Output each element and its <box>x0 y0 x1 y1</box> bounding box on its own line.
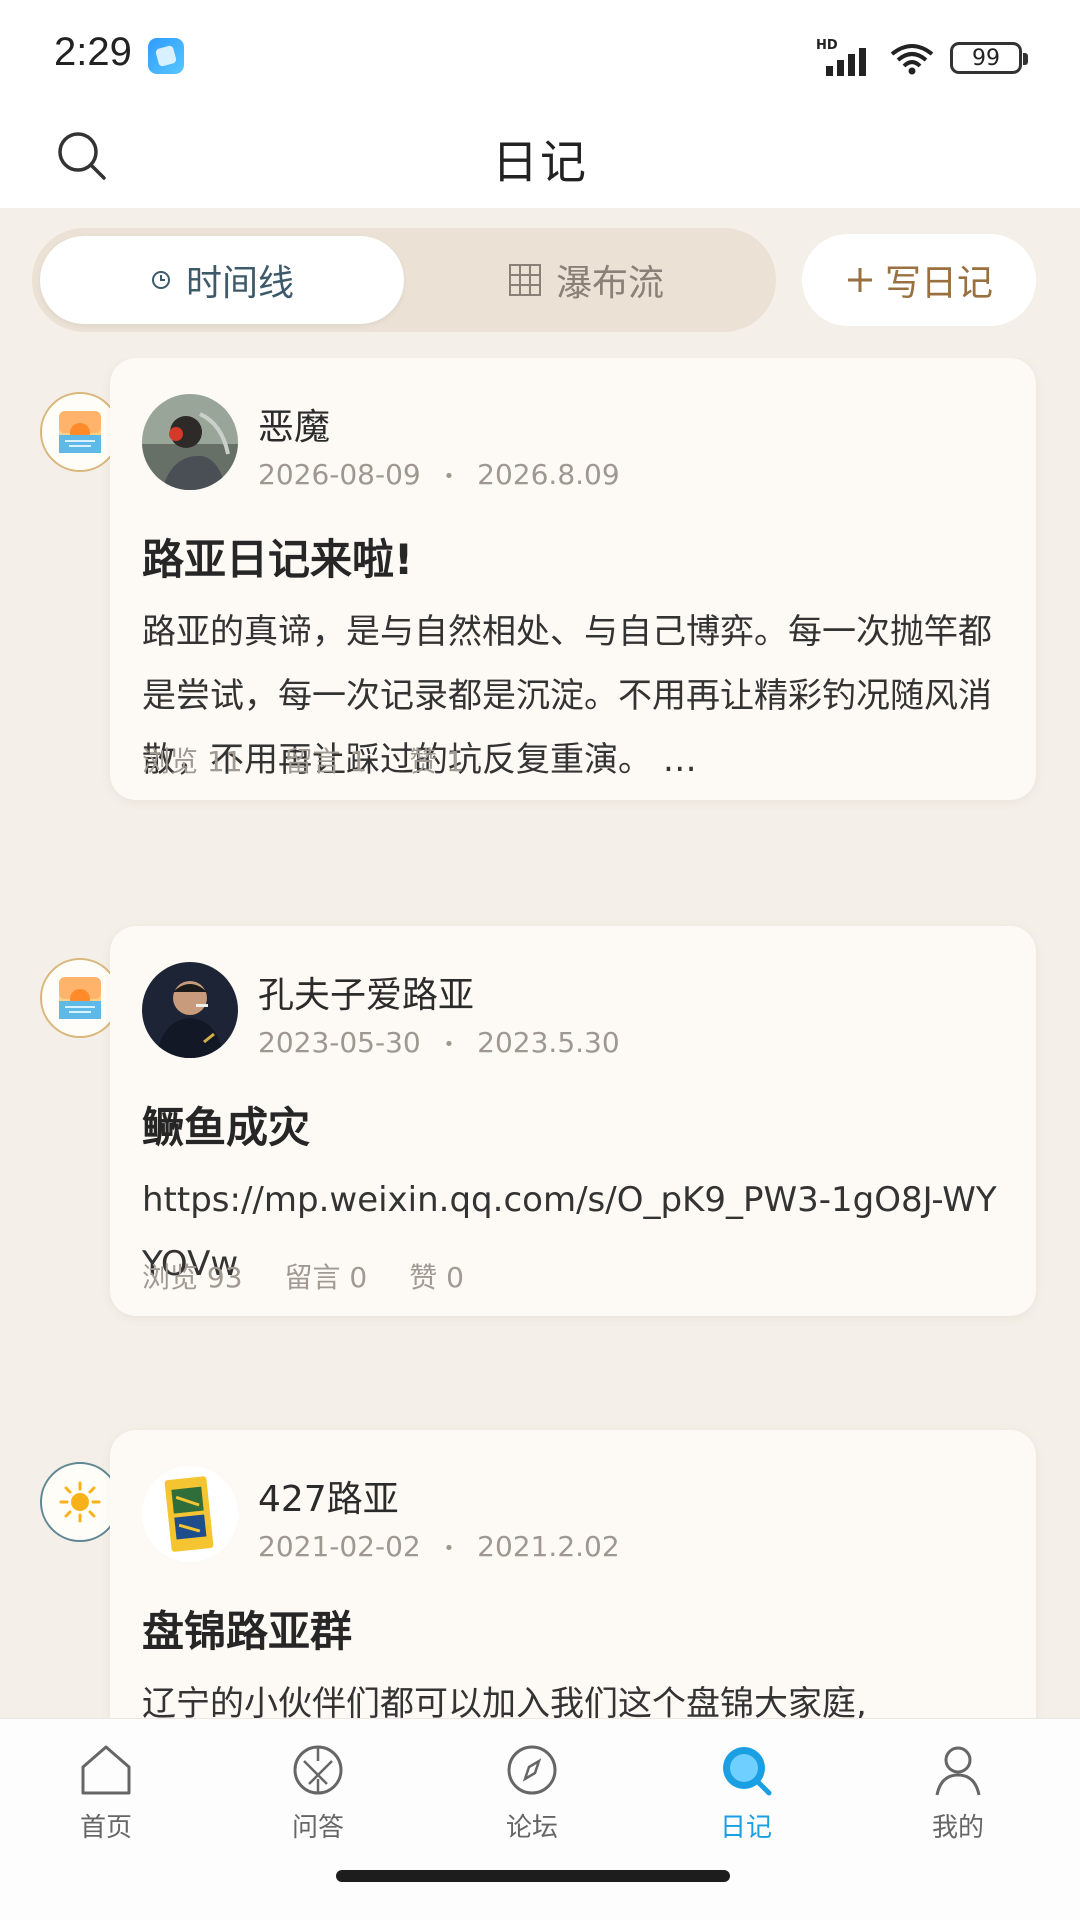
nav-forum[interactable]: 论坛 <box>472 1741 592 1844</box>
tab-waterfall-label: 瀑布流 <box>555 263 664 304</box>
nav-home[interactable]: 首页 <box>46 1741 166 1844</box>
post-date: 2023-05-30 • 2023.5.30 <box>258 1026 620 1059</box>
views-count: 浏览 93 <box>142 1261 243 1294</box>
clock-icon <box>151 271 170 289</box>
comments-count: 留言 1 <box>284 745 368 778</box>
diary-card[interactable]: 427路亚 2021-02-02 • 2021.2.02 盘锦路亚群 辽宁的小伙… <box>110 1430 1036 1718</box>
post-title[interactable]: 鳜鱼成灾 <box>142 1094 310 1155</box>
tab-timeline[interactable]: 时间线 <box>40 236 404 324</box>
post-title[interactable]: 路亚日记来啦! <box>142 526 413 587</box>
nav-diary-label: 日记 <box>719 1813 772 1843</box>
author-name[interactable]: 427路亚 <box>258 1470 399 1522</box>
likes-count[interactable]: 赞 1 <box>409 740 464 780</box>
diary-card[interactable]: 恶魔 2026-08-09 • 2026.8.09 路亚日记来啦! 路亚的真谛，… <box>110 358 1036 800</box>
app-header: 日记 <box>0 108 1080 208</box>
post-date: 2021-02-02 • 2021.2.02 <box>258 1530 620 1563</box>
nav-diary[interactable]: 日记 <box>686 1741 806 1844</box>
status-bar: 2:29 HD 99 <box>0 0 1080 108</box>
post-stats: 浏览 93 留言 0 赞 0 <box>142 1256 464 1296</box>
page-title: 日记 <box>492 135 588 189</box>
likes-count[interactable]: 赞 0 <box>409 1256 464 1296</box>
sunset-icon <box>40 392 120 472</box>
battery-level: 99 <box>972 45 1000 71</box>
battery-icon: 99 <box>950 42 1028 74</box>
qa-icon <box>293 1745 343 1795</box>
write-diary-button[interactable]: 写日记 <box>802 234 1036 326</box>
diary-feed[interactable]: 恶魔 2026-08-09 • 2026.8.09 路亚日记来啦! 路亚的真谛，… <box>0 358 1080 1718</box>
nav-forum-label: 论坛 <box>505 1813 558 1843</box>
status-icons: HD 99 <box>816 38 1028 78</box>
sun-icon <box>40 1462 120 1542</box>
nav-qa[interactable]: 问答 <box>258 1741 378 1844</box>
signal-icon: HD <box>816 38 874 76</box>
compass-icon <box>507 1745 557 1795</box>
status-time: 2:29 <box>54 30 132 74</box>
view-mode-switch: 时间线 瀑布流 <box>32 228 776 332</box>
avatar[interactable] <box>142 962 238 1058</box>
wifi-icon <box>890 44 934 75</box>
nav-qa-label: 问答 <box>291 1813 344 1843</box>
post-stats: 浏览 11 留言 1 赞 1 <box>142 740 464 780</box>
avatar[interactable] <box>142 1466 238 1562</box>
nav-profile-label: 我的 <box>931 1813 984 1843</box>
post-title[interactable]: 盘锦路亚群 <box>142 1598 352 1659</box>
sunset-icon <box>40 958 120 1038</box>
plus-icon <box>847 268 872 292</box>
home-icon <box>81 1745 131 1795</box>
views-count: 浏览 11 <box>142 745 243 778</box>
author-name[interactable]: 恶魔 <box>258 398 330 450</box>
nav-profile[interactable]: 我的 <box>898 1741 1018 1844</box>
app-notification-icon <box>148 38 184 74</box>
diary-card[interactable]: 孔夫子爱路亚 2023-05-30 • 2023.5.30 鳜鱼成灾 https… <box>110 926 1036 1316</box>
comments-count: 留言 0 <box>284 1261 368 1294</box>
write-diary-label: 写日记 <box>884 263 993 304</box>
avatar[interactable] <box>142 394 238 490</box>
grid-icon <box>508 264 541 296</box>
tab-timeline-label: 时间线 <box>185 263 294 304</box>
diary-icon <box>723 1747 772 1796</box>
nav-home-label: 首页 <box>79 1813 132 1843</box>
post-date: 2026-08-09 • 2026.8.09 <box>258 458 620 491</box>
bottom-nav: 首页 问答 论坛 日记 我的 <box>0 1718 1080 1920</box>
profile-icon <box>935 1746 981 1796</box>
author-name[interactable]: 孔夫子爱路亚 <box>258 966 474 1018</box>
post-excerpt[interactable]: 辽宁的小伙伴们都可以加入我们这个盘锦大家庭, <box>142 1672 1012 1718</box>
home-indicator[interactable] <box>336 1870 730 1882</box>
tab-waterfall[interactable]: 瀑布流 <box>404 236 768 324</box>
